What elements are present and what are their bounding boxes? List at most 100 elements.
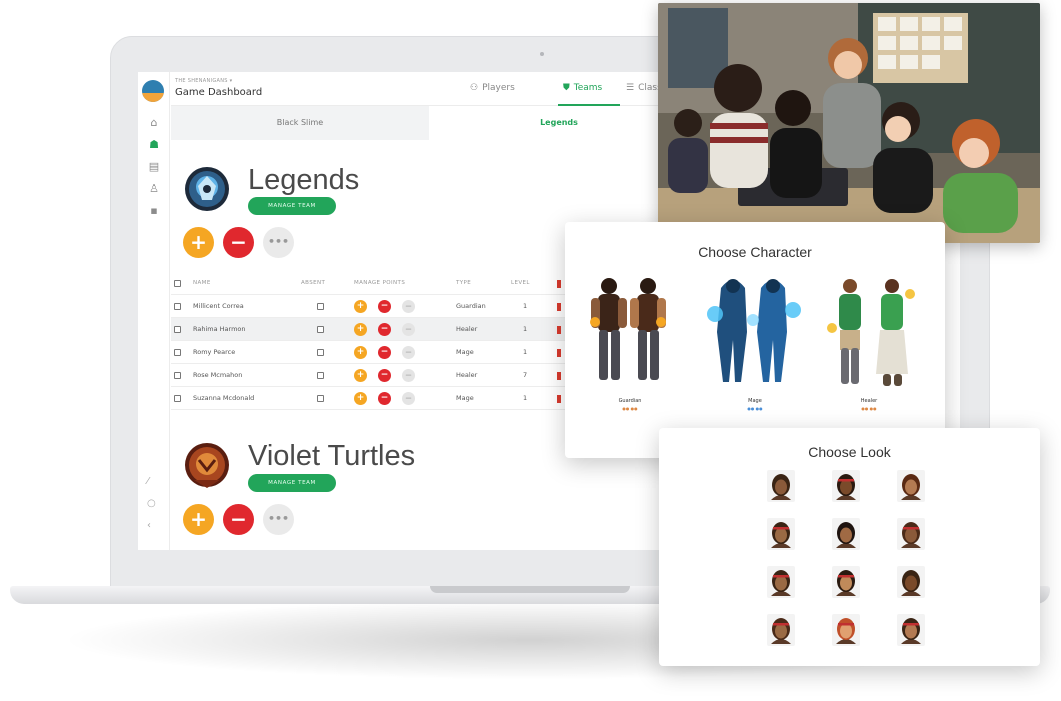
tab-teams[interactable]: ⛊ Teams [563,83,602,93]
add-points-button[interactable]: + [183,227,214,258]
remove-point-button[interactable]: − [378,346,391,359]
row-cut-off [557,349,561,357]
absent-checkbox[interactable] [317,349,324,356]
more-point-options-button[interactable]: — [402,392,415,405]
row-checkbox[interactable] [174,395,181,402]
more-point-options-button[interactable]: — [402,323,415,336]
absent-checkbox[interactable] [317,326,324,333]
add-point-button[interactable]: + [354,392,367,405]
absent-checkbox[interactable] [317,303,324,310]
team-name-legends: Legends [248,164,360,196]
row-checkbox[interactable] [174,326,181,333]
add-point-button[interactable]: + [354,323,367,336]
players-nav-icon[interactable]: ☗ [147,138,161,152]
character-healer[interactable] [820,274,920,398]
teams-icon: ⛊ [563,83,570,93]
col-name[interactable]: NAME [193,272,211,295]
collapse-icon[interactable]: ‹ [147,520,151,531]
team-name-violet-turtles: Violet Turtles [248,440,416,472]
more-options-button[interactable]: ••• [263,227,294,258]
players-icon: ⚇ [470,83,479,93]
table-header: NAME ABSENT MANAGE POINTS TYPE LEVEL [171,272,571,295]
remove-point-button[interactable]: − [378,323,391,336]
remove-points-button[interactable]: − [223,227,254,258]
row-checkbox[interactable] [174,303,181,310]
table-row: Suzanna Mcdonald + − — Mage 1 [171,387,571,410]
message-icon[interactable]: ▪ [147,204,161,218]
look-option-avatar[interactable] [832,470,860,502]
player-level: 1 [523,325,528,333]
player-type: Mage [456,348,474,356]
look-option-avatar[interactable] [767,566,795,598]
classroom-icon[interactable]: ▤ [147,160,161,174]
character-label-mage: Mage [748,398,762,404]
tab-players[interactable]: ⚇ Players [470,83,515,93]
tab-players-label: Players [482,83,515,93]
col-cut-off [557,280,561,288]
row-cut-off [557,326,561,334]
look-option-avatar[interactable] [897,614,925,646]
add-point-button[interactable]: + [354,369,367,382]
breadcrumb[interactable]: THE SHENANIGANS ▾ [175,78,232,84]
remove-point-button[interactable]: − [378,300,391,313]
look-option-avatar[interactable] [767,614,795,646]
character-label-healer: Healer [860,398,878,404]
look-option-avatar[interactable] [832,566,860,598]
look-option-avatar[interactable] [832,614,860,646]
team-tab-legends[interactable]: Legends [429,106,689,140]
add-point-button[interactable]: + [354,300,367,313]
row-cut-off [557,395,561,403]
remove-point-button[interactable]: − [378,369,391,382]
look-option-avatar[interactable] [767,470,795,502]
stats-icon[interactable]: ⁄ [147,476,149,487]
tab-class[interactable]: ☰ Class [626,83,662,93]
player-name[interactable]: Millicent Correa [193,295,244,318]
select-all-checkbox[interactable] [174,280,181,287]
look-option-avatar[interactable] [897,518,925,550]
classroom-photo [658,3,1040,243]
home-icon[interactable]: ⌂ [147,116,161,130]
more-point-options-button[interactable]: — [402,300,415,313]
character-stats-mage: ●● ●● [747,406,763,411]
add-points-button[interactable]: + [183,504,214,535]
col-absent[interactable]: ABSENT [301,272,325,295]
look-option-avatar[interactable] [767,518,795,550]
row-checkbox[interactable] [174,349,181,356]
choose-look-title: Choose Look [808,444,891,460]
remove-point-button[interactable]: − [378,392,391,405]
player-type: Healer [456,325,478,333]
player-name[interactable]: Rose Mcmahon [193,364,242,387]
absent-checkbox[interactable] [317,395,324,402]
add-point-button[interactable]: + [354,346,367,359]
player-type: Mage [456,394,474,402]
settings-icon[interactable]: ○ [147,498,156,509]
manage-team-button[interactable]: MANAGE TEAM [248,197,336,215]
look-option-avatar[interactable] [897,566,925,598]
player-level: 1 [523,348,528,356]
player-name[interactable]: Rahima Harmon [193,318,246,341]
tab-teams-label: Teams [573,83,603,93]
team-tab-black-slime[interactable]: Black Slime [171,106,429,140]
player-name[interactable]: Romy Pearce [193,341,235,364]
app-logo[interactable] [142,80,164,102]
remove-points-button[interactable]: − [223,504,254,535]
player-level: 1 [523,394,528,402]
more-point-options-button[interactable]: — [402,346,415,359]
shop-icon[interactable]: ♙ [147,182,161,196]
row-checkbox[interactable] [174,372,181,379]
table-row: Romy Pearce + − — Mage 1 [171,341,571,364]
look-option-avatar[interactable] [897,470,925,502]
players-table: NAME ABSENT MANAGE POINTS TYPE LEVEL Mil… [171,272,571,410]
look-option-avatar[interactable] [832,518,860,550]
manage-team-button[interactable]: MANAGE TEAM [248,474,336,492]
more-point-options-button[interactable]: — [402,369,415,382]
more-options-button[interactable]: ••• [263,504,294,535]
absent-checkbox[interactable] [317,372,324,379]
character-mage[interactable] [707,270,803,396]
player-name[interactable]: Suzanna Mcdonald [193,387,254,410]
character-guardian[interactable] [585,272,675,396]
col-type[interactable]: TYPE [456,272,471,295]
col-level[interactable]: LEVEL [511,272,530,295]
choose-character-title: Choose Character [698,244,812,260]
player-level: 1 [523,302,528,310]
